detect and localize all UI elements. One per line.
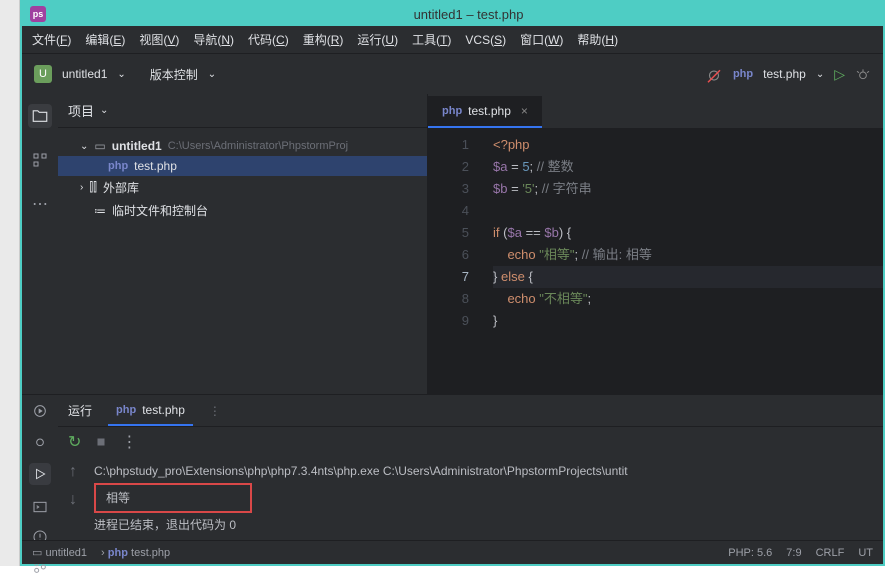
close-icon[interactable]: × [521,104,528,118]
debug-icon[interactable] [855,66,871,82]
run-button[interactable]: ▷ [834,66,845,83]
chevron-down-icon[interactable]: ⌄ [80,141,88,152]
menu-item[interactable]: 工具(T) [412,31,451,48]
menu-item[interactable]: 帮助(H) [577,31,618,48]
breadcrumb-root[interactable]: ▭ untitled1 [32,546,87,559]
navigation-bar: U untitled1 ⌄ 版本控制 ⌄ php test.php ⌄ ▷ [22,54,883,94]
console-command: C:\phpstudy_pro\Extensions\php\php7.3.4n… [94,461,877,481]
project-name[interactable]: untitled1 [62,67,107,81]
window-title: untitled1 – test.php [54,7,883,22]
project-panel-title: 项目 [68,101,94,120]
run-tab[interactable]: php test.php [108,395,193,426]
php-icon: php [733,68,753,80]
console-output[interactable]: C:\phpstudy_pro\Extensions\php\php7.3.4n… [88,457,883,549]
project-root-name: untitled1 [112,139,162,153]
tree-externals[interactable]: › ⫿⫿ 外部库 [58,176,427,199]
editor-tab[interactable]: php test.php × [428,96,542,128]
tree-scratches-label: 临时文件和控制台 [112,202,208,219]
menu-item[interactable]: 编辑(E) [85,31,125,48]
php-file-icon: php [442,105,462,117]
left-tool-rail: ⋯ [22,94,58,394]
run-tool-window: 运行 php test.php ⋮ ↻ ⋮ ↑ ↓ [22,394,883,549]
run-tabs: 运行 php test.php ⋮ [58,395,883,427]
title-bar: ps untitled1 – test.php [22,2,883,26]
line-gutter: 123456789 [428,128,483,394]
tree-file[interactable]: php test.php [58,156,427,176]
run-config-label[interactable]: test.php [763,67,806,81]
php-file-icon: php [116,404,136,416]
chevron-down-icon[interactable]: ⌄ [816,69,824,80]
structure-tool-icon[interactable] [28,148,52,172]
tree-scratches[interactable]: ≔ 临时文件和控制台 [58,199,427,222]
down-arrow-icon[interactable]: ↓ [69,491,77,509]
code-lines[interactable]: <?php$a = 5; // 整数$b = '5'; // 字符串 if ($… [483,128,883,394]
menu-item[interactable]: 窗口(W) [520,31,563,48]
run-content: 运行 php test.php ⋮ ↻ ⋮ ↑ ↓ [58,395,883,549]
menu-bar: 文件(F) 编辑(E) 视图(V) 导航(N) 代码(C) 重构(R) 运行(U) 工具(T)… [22,26,883,54]
menu-item[interactable]: 重构(R) [303,31,344,48]
folder-icon: ▭ [94,139,105,153]
project-panel-header: 项目 ⌄ [58,94,427,128]
chevron-right-icon[interactable]: › [80,182,83,193]
ide-left-strip [0,0,20,566]
console: ↑ ↓ C:\phpstudy_pro\Extensions\php\php7.… [58,457,883,549]
chevron-down-icon[interactable]: ⌄ [100,105,108,116]
chevron-down-icon[interactable]: ⌄ [208,69,216,80]
menu-item[interactable]: VCS(S) [465,33,506,47]
tree-root[interactable]: ⌄ ▭ untitled1 C:\Users\Administrator\Php… [58,136,427,156]
console-exit: 进程已结束，退出代码为 0 [94,515,877,535]
run-triangle-icon[interactable] [29,463,51,485]
stop-icon[interactable] [95,436,107,448]
console-gutter: ↑ ↓ [58,457,88,549]
menu-item[interactable]: 代码(C) [248,31,289,48]
status-bar: ▭ untitled1 › php test.php PHP: 5.6 7:9 … [22,540,883,564]
run-tab-label: test.php [142,403,185,417]
status-crlf[interactable]: CRLF [816,547,845,559]
more-tool-icon[interactable]: ⋯ [28,192,52,216]
vcs-dropdown[interactable]: 版本控制 [150,66,198,83]
scratches-icon: ≔ [94,204,106,218]
project-panel: 项目 ⌄ ⌄ ▭ untitled1 C:\Users\Administrato… [58,94,428,394]
menu-item[interactable]: 文件(F) [32,31,71,48]
run-left-rail [22,395,58,549]
run-label: 运行 [68,402,92,419]
project-tree[interactable]: ⌄ ▭ untitled1 C:\Users\Administrator\Php… [58,128,427,230]
main-area: ⋯ 项目 ⌄ ⌄ ▭ untitled1 C:\Users\Administra… [22,94,883,394]
ide-window: ps untitled1 – test.php 文件(F) 编辑(E) 视图(V) 导… [20,0,885,566]
breadcrumb-file[interactable]: › php test.php [101,547,170,559]
rerun-icon[interactable]: ↻ [68,432,81,452]
status-php[interactable]: PHP: 5.6 [728,547,772,559]
editor-panel: php test.php × 123456789 <?php$a = 5; //… [428,94,883,394]
tree-externals-label: 外部库 [103,179,139,196]
status-position[interactable]: 7:9 [786,547,801,559]
run-toolbar: ↻ ⋮ [58,427,883,457]
terminal-icon[interactable] [32,499,48,515]
menu-item[interactable]: 视图(V) [139,31,179,48]
bug-icon[interactable] [705,65,723,83]
tree-file-name: test.php [134,159,177,173]
menu-item[interactable]: 导航(N) [193,31,234,48]
project-tool-icon[interactable] [28,104,52,128]
services-icon[interactable] [32,403,48,419]
more-icon[interactable]: ⋮ [209,404,221,418]
chevron-down-icon[interactable]: ⌄ [117,69,125,80]
phpstorm-icon: ps [30,6,46,22]
project-root-path: C:\Users\Administrator\PhpstormProj [168,140,348,152]
status-encoding[interactable]: UT [858,547,873,559]
library-icon: ⫿⫿ [89,180,97,195]
project-badge: U [34,65,52,83]
more-actions-icon[interactable]: ⋮ [121,432,137,452]
php-file-icon: php [108,160,128,172]
code-editor[interactable]: 123456789 <?php$a = 5; // 整数$b = '5'; //… [428,128,883,394]
editor-tab-label: test.php [468,104,511,118]
console-stdout-highlight: 相等 [94,483,252,513]
bug-icon[interactable] [32,433,48,449]
editor-tabs: php test.php × [428,94,883,128]
menu-item[interactable]: 运行(U) [357,31,398,48]
up-arrow-icon[interactable]: ↑ [69,463,77,481]
